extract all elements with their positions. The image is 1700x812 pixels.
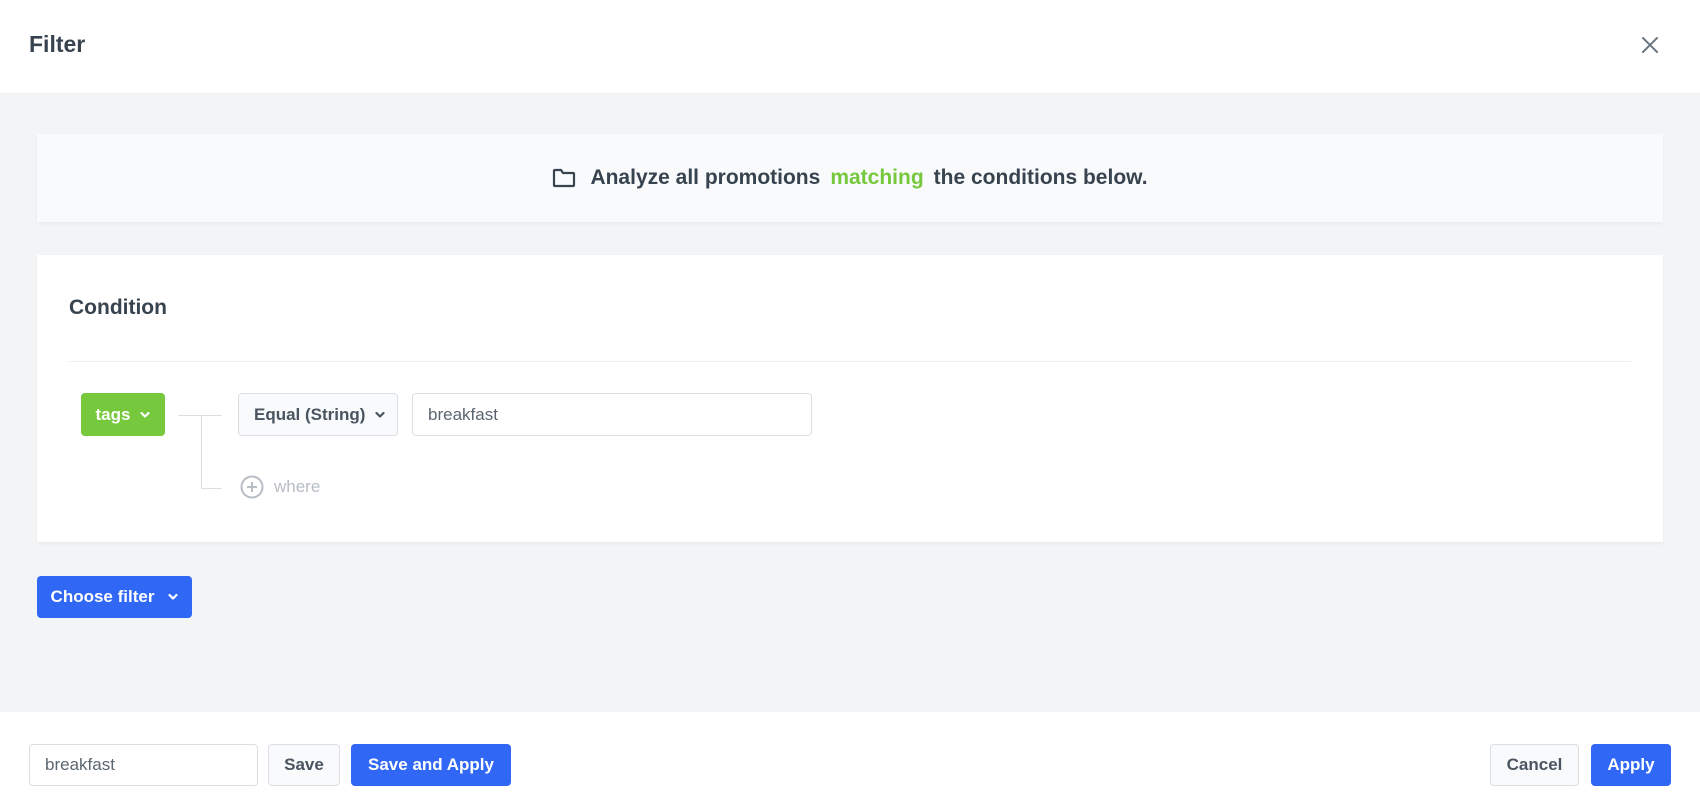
modal-title: Filter [29, 31, 86, 57]
operator-select[interactable]: Equal (String) [238, 393, 398, 436]
attribute-dropdown[interactable]: tags [81, 393, 165, 436]
condition-title: Condition [69, 296, 167, 319]
close-icon [1642, 37, 1658, 53]
save-and-apply-button[interactable]: Save and Apply [351, 744, 511, 786]
operator-label: Equal (String) [254, 404, 366, 424]
cancel-button[interactable]: Cancel [1490, 744, 1579, 786]
filter-name-input[interactable] [29, 744, 258, 786]
divider [69, 361, 1631, 362]
apply-button[interactable]: Apply [1591, 744, 1671, 786]
folder-icon [553, 168, 576, 188]
connector-line [201, 415, 202, 488]
info-banner: Analyze all promotions matching the cond… [37, 134, 1663, 222]
where-label: where [274, 477, 321, 496]
banner-text-before: Analyze all promotions [590, 166, 821, 189]
connector-line [201, 488, 222, 489]
connector-line [178, 415, 222, 416]
add-where-button[interactable]: where [240, 475, 320, 499]
modal-header: Filter [0, 0, 1700, 93]
choose-filter-label: Choose filter [50, 587, 155, 606]
chevron-down-icon [168, 593, 179, 600]
banner-highlight[interactable]: matching [830, 166, 923, 190]
chevron-down-icon [375, 411, 386, 418]
attribute-label: tags [95, 404, 131, 424]
save-button[interactable]: Save [268, 744, 340, 786]
modal-footer: Save Save and Apply Cancel Apply [0, 712, 1700, 812]
plus-circle-icon [240, 475, 264, 499]
condition-card: Condition tags Equal (String) where [37, 255, 1663, 542]
condition-value-input[interactable] [412, 393, 812, 436]
banner-text-after: the conditions below. [933, 166, 1148, 189]
choose-filter-button[interactable]: Choose filter [37, 576, 192, 618]
chevron-down-icon [140, 411, 151, 418]
close-button[interactable] [1638, 33, 1662, 57]
